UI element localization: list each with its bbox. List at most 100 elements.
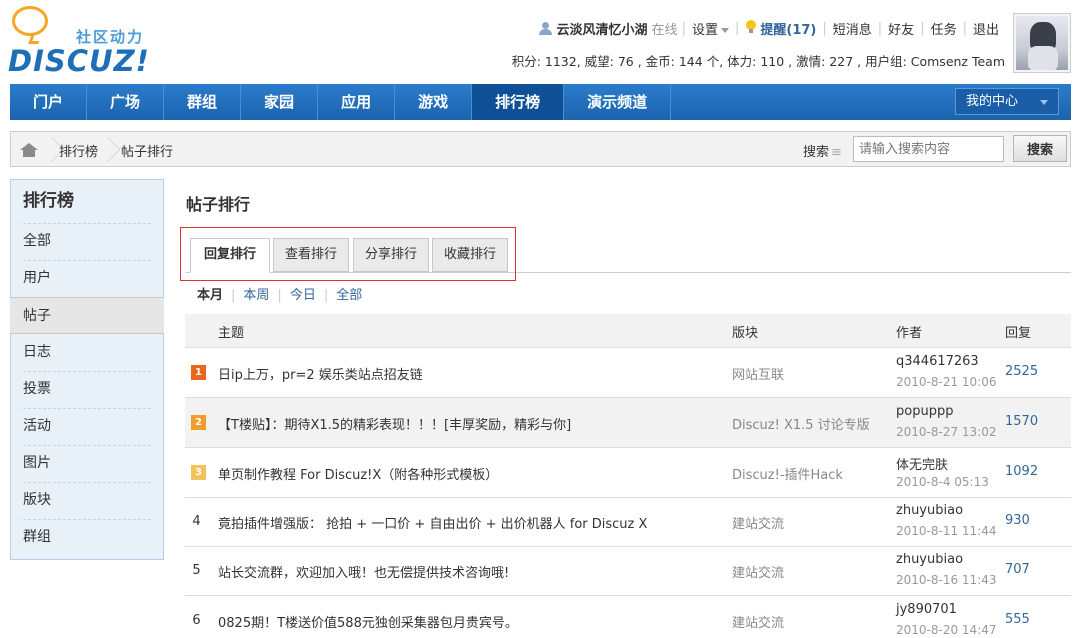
rank-badge: 3 bbox=[191, 465, 206, 480]
online-status: 在线 bbox=[651, 22, 678, 38]
home-icon[interactable] bbox=[20, 143, 38, 157]
rank-number: 6 bbox=[192, 613, 201, 628]
table-row: 5 站长交流群，欢迎加入哦！也无偿提供技术咨询哦! 建站交流 zhuyubiao… bbox=[185, 546, 1071, 596]
table-row: 4 竟拍插件增强版： 抢拍 + 一口价 + 自由出价 + 出价机器人 for D… bbox=[185, 497, 1071, 547]
logo-bubble-icon bbox=[12, 6, 48, 36]
search-type-select[interactable]: 搜索 ≡ bbox=[803, 141, 842, 160]
search-button[interactable]: 搜索 bbox=[1013, 135, 1067, 162]
post-date: 2010-8-11 11:44 bbox=[896, 524, 997, 538]
reply-count[interactable]: 1092 bbox=[1005, 464, 1038, 479]
main-nav: 门户 广场 群组 家园 应用 游戏 排行榜 演示频道 我的中心 bbox=[10, 84, 1071, 120]
sidebar-title: 排行榜 bbox=[23, 191, 74, 211]
nav-item-games[interactable]: 游戏 bbox=[395, 84, 473, 120]
sidebar-item-users[interactable]: 用户 bbox=[11, 260, 163, 297]
author-link[interactable]: popuppp bbox=[896, 404, 953, 419]
remind-link[interactable]: 提醒(17) bbox=[739, 19, 822, 38]
thread-subject-link[interactable]: 日ip上万，pr=2 娱乐类站点招友链 bbox=[218, 364, 423, 383]
column-subject: 主题 bbox=[218, 326, 245, 341]
sidebar-item-groups[interactable]: 群组 bbox=[11, 519, 163, 556]
tasks-link[interactable]: 任务 bbox=[925, 19, 963, 38]
user-icon bbox=[539, 21, 553, 35]
sidebar-item-blogs[interactable]: 日志 bbox=[11, 334, 163, 371]
table-row: 6 0825期！T楼送价值588元独创采集器包月贵宾号。 建站交流 jy8907… bbox=[185, 596, 1071, 638]
discuz-logo[interactable]: 社区动力 DISCUZ! bbox=[8, 4, 158, 78]
thread-subject-link[interactable]: 【T楼贴】：期待X1.5的精彩表现！！！[丰厚奖励，精彩与你] bbox=[218, 414, 571, 433]
period-today[interactable]: 今日 bbox=[290, 288, 316, 303]
ranking-sidebar: 排行榜 全部 用户 帖子 日志 投票 活动 图片 版块 群组 bbox=[10, 179, 164, 560]
table-header: 主题 版块 作者 回复 bbox=[185, 314, 1071, 348]
forum-link[interactable]: 建站交流 bbox=[732, 513, 784, 532]
forum-link[interactable]: Discuz! X1.5 讨论专版 bbox=[732, 414, 870, 433]
thread-subject-link[interactable]: 站长交流群，欢迎加入哦！也无偿提供技术咨询哦! bbox=[218, 562, 509, 581]
column-forum: 版块 bbox=[732, 326, 759, 341]
friends-link[interactable]: 好友 bbox=[882, 19, 920, 38]
reply-count[interactable]: 1570 bbox=[1005, 414, 1038, 429]
thread-subject-link[interactable]: 单页制作教程 For Discuz!X（附各种形式模板） bbox=[218, 464, 498, 483]
nav-item-demo[interactable]: 演示频道 bbox=[564, 84, 672, 120]
chevron-down-icon bbox=[1040, 100, 1048, 105]
user-stats: 积分: 1132, 威望: 76 , 金币: 144 个, 体力: 110 , … bbox=[511, 54, 1005, 69]
nav-item-ranking[interactable]: 排行榜 bbox=[472, 84, 565, 120]
avatar[interactable] bbox=[1013, 13, 1071, 73]
sidebar-item-activities[interactable]: 活动 bbox=[11, 408, 163, 445]
rank-badge: 1 bbox=[191, 365, 206, 380]
nav-item-groups[interactable]: 群组 bbox=[164, 84, 242, 120]
sidebar-item-forums[interactable]: 版块 bbox=[11, 482, 163, 519]
thread-subject-link[interactable]: 0825期！T楼送价值588元独创采集器包月贵宾号。 bbox=[218, 612, 518, 631]
forum-link[interactable]: 建站交流 bbox=[732, 562, 784, 581]
forum-link[interactable]: 网站互联 bbox=[732, 364, 784, 383]
reply-count[interactable]: 707 bbox=[1005, 562, 1030, 577]
post-date: 2010-8-16 11:43 bbox=[896, 573, 997, 587]
breadcrumb-separator-icon bbox=[47, 132, 57, 166]
nav-item-portal[interactable]: 门户 bbox=[10, 84, 88, 120]
nav-item-home[interactable]: 家园 bbox=[241, 84, 319, 120]
nav-item-square[interactable]: 广场 bbox=[87, 84, 165, 120]
author-link[interactable]: jy890701 bbox=[896, 602, 957, 617]
reply-count[interactable]: 930 bbox=[1005, 513, 1030, 528]
thread-subject-link[interactable]: 竟拍插件增强版： 抢拍 + 一口价 + 自由出价 + 出价机器人 for Dis… bbox=[218, 513, 647, 532]
sidebar-item-polls[interactable]: 投票 bbox=[11, 371, 163, 408]
breadcrumb: 排行榜 帖子排行 搜索≡ 搜索 bbox=[10, 131, 1071, 167]
post-date: 2010-8-20 14:47 bbox=[896, 623, 997, 637]
sidebar-item-pictures[interactable]: 图片 bbox=[11, 445, 163, 482]
my-center-dropdown[interactable]: 我的中心 bbox=[955, 88, 1059, 115]
author-link[interactable]: zhuyubiao bbox=[896, 552, 963, 567]
rank-badge: 2 bbox=[191, 415, 206, 430]
period-this-month[interactable]: 本月 bbox=[197, 288, 223, 303]
author-link[interactable]: zhuyubiao bbox=[896, 503, 963, 518]
rank-number: 5 bbox=[192, 563, 201, 578]
breadcrumb-ranking[interactable]: 排行榜 bbox=[59, 141, 98, 160]
messages-link[interactable]: 短消息 bbox=[827, 19, 878, 38]
forum-link[interactable]: 建站交流 bbox=[732, 612, 784, 631]
username-link[interactable]: 云淡风清忆小湖 bbox=[556, 19, 647, 38]
logout-link[interactable]: 退出 bbox=[967, 19, 1005, 38]
period-filter: 本月 | 本周 | 今日 | 全部 bbox=[197, 288, 363, 303]
sidebar-item-all[interactable]: 全部 bbox=[11, 223, 163, 260]
sidebar-item-threads[interactable]: 帖子 bbox=[10, 297, 164, 334]
breadcrumb-separator-icon bbox=[103, 132, 113, 166]
table-row: 2 【T楼贴】：期待X1.5的精彩表现！！！[丰厚奖励，精彩与你] Discuz… bbox=[185, 398, 1071, 448]
settings-menu[interactable]: 设置 bbox=[686, 19, 735, 38]
post-date: 2010-8-21 10:06 bbox=[896, 375, 997, 389]
author-link[interactable]: 体无完肤 bbox=[896, 454, 948, 473]
post-date: 2010-8-27 13:02 bbox=[896, 425, 997, 439]
lightbulb-icon bbox=[745, 19, 757, 34]
chevron-down-icon bbox=[721, 27, 729, 33]
page-title: 帖子排行 bbox=[186, 195, 251, 214]
period-this-week[interactable]: 本周 bbox=[243, 288, 269, 303]
rank-number: 4 bbox=[192, 514, 201, 529]
forum-link[interactable]: Discuz!-插件Hack bbox=[732, 464, 843, 483]
column-replies: 回复 bbox=[1005, 326, 1032, 341]
search-input[interactable] bbox=[853, 136, 1004, 162]
tabs-highlight-box bbox=[180, 227, 516, 281]
author-link[interactable]: q344617263 bbox=[896, 354, 979, 369]
table-row: 3 单页制作教程 For Discuz!X（附各种形式模板） Discuz!-插… bbox=[185, 448, 1071, 498]
reply-count[interactable]: 2525 bbox=[1005, 364, 1038, 379]
period-all[interactable]: 全部 bbox=[336, 288, 362, 303]
nav-item-apps[interactable]: 应用 bbox=[318, 84, 396, 120]
breadcrumb-thread-ranking[interactable]: 帖子排行 bbox=[121, 141, 173, 160]
reply-count[interactable]: 555 bbox=[1005, 612, 1030, 627]
column-author: 作者 bbox=[896, 326, 923, 341]
logo-brand: DISCUZ! bbox=[8, 44, 150, 78]
post-date: 2010-8-4 05:13 bbox=[896, 475, 989, 489]
